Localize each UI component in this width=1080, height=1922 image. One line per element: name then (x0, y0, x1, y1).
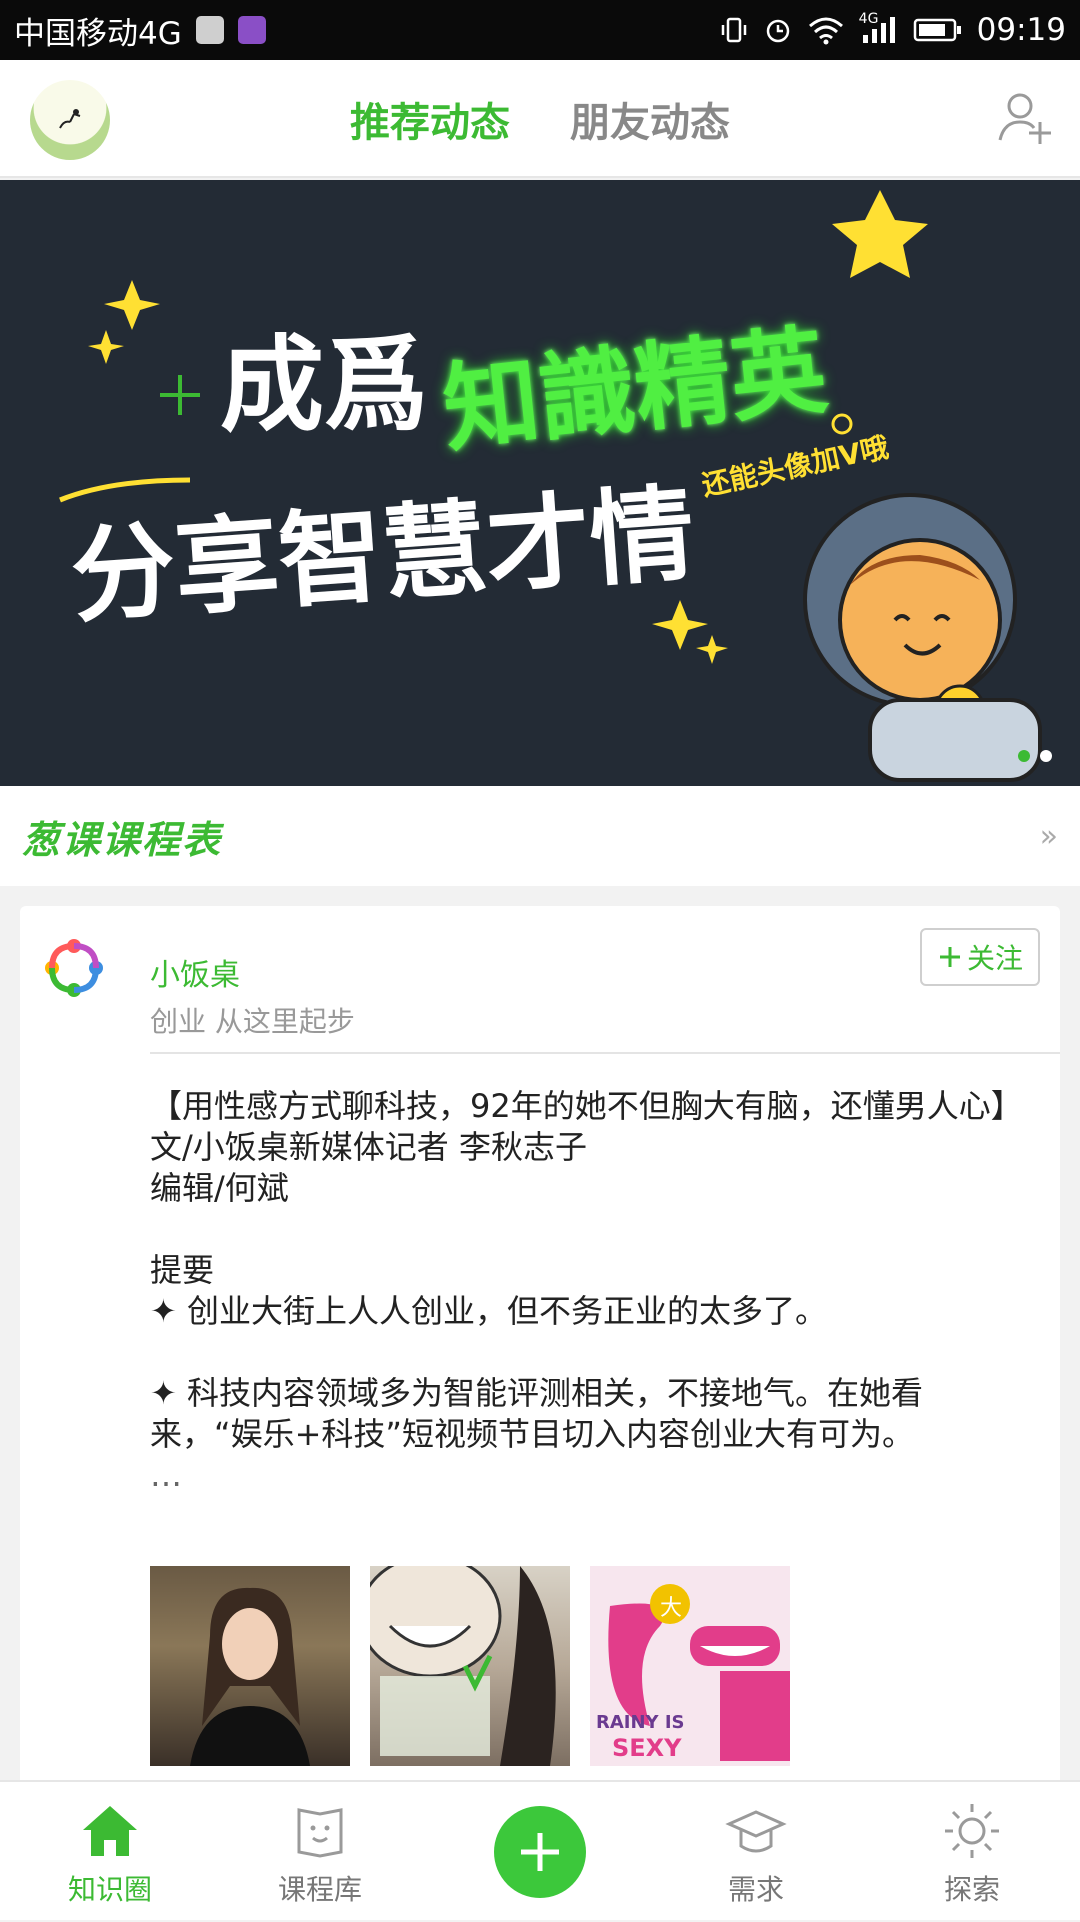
chevron-right-icon[interactable]: » (1040, 819, 1058, 854)
pager-dot (1040, 750, 1052, 762)
banner-headline-white: 成爲 (220, 323, 429, 446)
follow-button-label: 关注 (966, 942, 1023, 975)
post-line: ✦ 科技内容领域多为智能评测相关，不接地气。在她看来，“娱乐+科技”短视频节目切… (150, 1374, 923, 1453)
thumb3-bottom-text: RAINY IS (596, 1712, 685, 1733)
carrier-label: 中国移动4G (14, 15, 182, 52)
status-bar: 中国移动4G 4G 09:19 (0, 0, 1080, 60)
banner-headline-1: 成爲 知識精英 (220, 300, 832, 466)
post-line: 文/小饭桌新媒体记者 李秋志子 (150, 1128, 587, 1166)
banner-headline-neon: 知識精英 (437, 313, 832, 466)
battery-icon (913, 16, 963, 44)
network-type-label: 4G (858, 11, 879, 27)
post-images: 大 RAINY IS SEXY (150, 1566, 790, 1766)
post-line (150, 1209, 1020, 1250)
home-icon (83, 1806, 137, 1856)
gallery-app-icon (237, 16, 266, 44)
banner-pager (1018, 750, 1052, 762)
news-app-icon (195, 16, 224, 44)
nav-label: 课程库 (277, 1873, 362, 1906)
add-friend-icon[interactable] (994, 86, 1058, 150)
tab-friends[interactable]: 朋友动态 (570, 90, 730, 148)
post-line: 【用性感方式聊科技，92年的她不但胸大有脑，还懂男人心】 (150, 1087, 1023, 1125)
post-line: ✦ 创业大街上人人创业，但不务正业的太多了。 (150, 1292, 827, 1330)
post-line: 提要 (150, 1251, 215, 1289)
course-schedule-row[interactable]: 葱课课程表 » (0, 786, 1080, 886)
avatar-figure-icon (59, 109, 81, 129)
clock-label: 09:19 (976, 12, 1066, 48)
nav-item-knowledge-circle[interactable]: 知识圈 (10, 1782, 210, 1922)
plus-icon (939, 947, 960, 967)
tab-recommended[interactable]: 推荐动态 (350, 90, 510, 148)
promo-banner[interactable]: 成爲 知識精英 分享智慧才情 还能头像加V哦 (0, 180, 1080, 786)
follow-button[interactable]: 关注 (920, 928, 1040, 986)
author-name[interactable]: 小饭桌 (150, 950, 240, 994)
nav-item-explore[interactable]: 探索 (872, 1782, 1072, 1922)
post-line: 编辑/何斌 (150, 1169, 289, 1207)
post-image-2[interactable] (370, 1566, 570, 1766)
thumb3-sexy-text: SEXY (612, 1734, 682, 1762)
post-line (150, 1332, 1020, 1373)
status-right: 4G 09:19 (719, 11, 1066, 48)
card-divider (150, 1052, 1060, 1054)
alarm-icon (763, 15, 793, 45)
top-bar: 推荐动态 朋友动态 (0, 60, 1080, 178)
nav-label: 知识圈 (67, 1873, 152, 1906)
pager-dot-active (1018, 750, 1030, 762)
wifi-icon (807, 15, 845, 45)
plus-icon (521, 1833, 559, 1871)
sun-icon (945, 1804, 999, 1858)
post-ellipsis: … (150, 1456, 182, 1494)
nav-item-course-library[interactable]: 课程库 (220, 1782, 420, 1922)
author-logo[interactable] (38, 932, 110, 1004)
user-avatar[interactable] (30, 80, 110, 160)
bottom-nav: 知识圈 课程库 需求 探索 (0, 1780, 1080, 1920)
post-image-1[interactable] (150, 1566, 350, 1766)
post-card[interactable]: 小饭桌 创业 从这里起步 关注 【用性感方式聊科技，92年的她不但胸大有脑，还懂… (20, 906, 1060, 1806)
vibrate-icon (719, 15, 749, 45)
post-image-3[interactable]: 大 RAINY IS SEXY (590, 1566, 790, 1766)
book-icon (297, 1808, 343, 1858)
nav-item-demand[interactable]: 需求 (656, 1782, 856, 1922)
compose-button[interactable] (494, 1806, 586, 1898)
thumb3-top-text: 大 (660, 1596, 683, 1621)
status-left: 中国移动4G (14, 8, 266, 53)
nav-label: 需求 (727, 1873, 784, 1906)
signal-icon: 4G (859, 11, 899, 45)
nav-label: 探索 (943, 1873, 1000, 1906)
author-bio: 创业 从这里起步 (150, 1005, 355, 1038)
post-body[interactable]: 【用性感方式聊科技，92年的她不但胸大有脑，还懂男人心】 文/小饭桌新媒体记者 … (150, 1086, 1023, 1496)
course-schedule-title: 葱课课程表 (22, 817, 223, 862)
graduation-cap-icon (725, 1810, 787, 1853)
